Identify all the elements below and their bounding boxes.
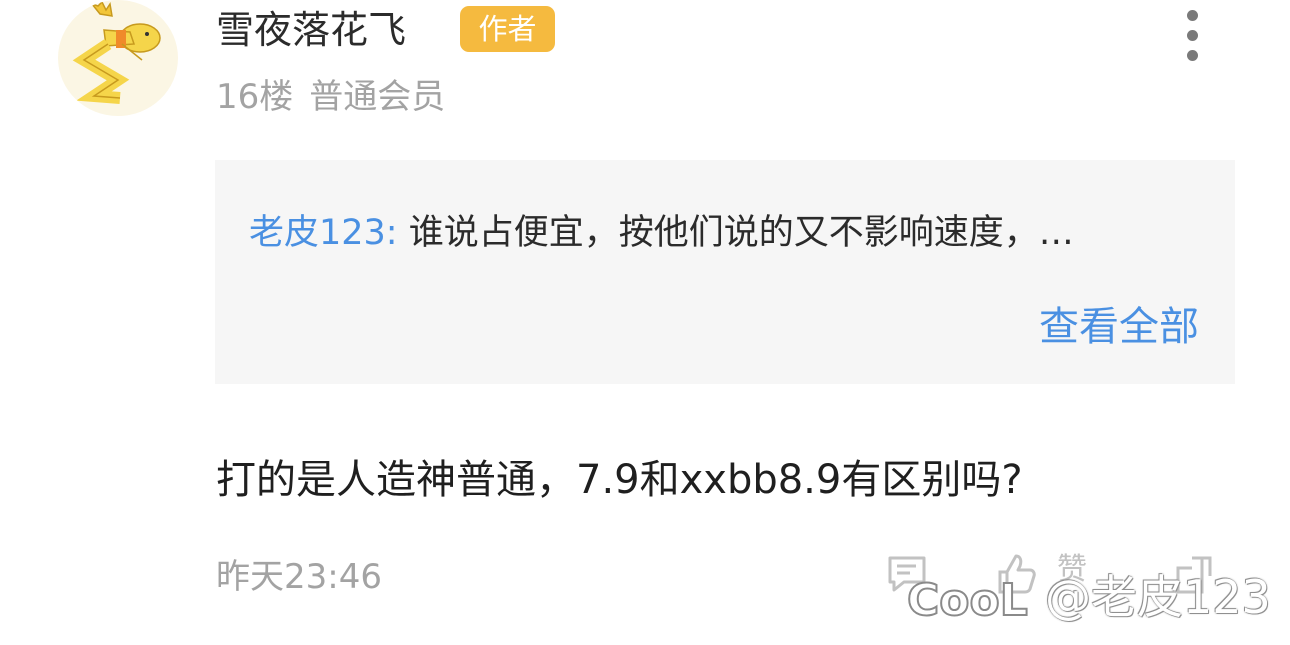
thumbs-up-icon [998, 554, 1036, 594]
floor-number: 16楼 [216, 77, 294, 117]
reply-icon [888, 556, 926, 592]
avatar-image [72, 0, 161, 104]
post-timestamp: 昨天23:46 [216, 557, 382, 597]
more-vertical-icon [1187, 10, 1198, 21]
like-button[interactable] [994, 552, 1038, 600]
watermark: CooL @老皮123 [905, 565, 1285, 635]
quote-text: 谁说占便宜，按他们说的又不影响速度，… [408, 213, 1074, 253]
username[interactable]: 雪夜落花飞 [216, 6, 406, 54]
more-vertical-icon-dot [1187, 30, 1198, 41]
like-label: 赞 [1057, 552, 1087, 587]
author-badge: 作者 [460, 6, 555, 52]
quote-author[interactable]: 老皮123: [249, 213, 398, 253]
more-vertical-icon-dot [1187, 50, 1198, 61]
view-all-link[interactable]: 查看全部 [1039, 301, 1199, 353]
post-content: 打的是人造神普通，7.9和xxbb8.9有区别吗? [216, 457, 1023, 503]
share-icon [1176, 556, 1212, 594]
reply-button[interactable] [886, 552, 930, 600]
more-options-button[interactable] [1178, 8, 1208, 64]
quoted-reply[interactable]: 老皮123: 谁说占便宜，按他们说的又不影响速度，… 查看全部 [215, 160, 1235, 384]
share-button[interactable] [1172, 552, 1216, 600]
post-meta: 16楼 普通会员 [216, 75, 445, 119]
post-item: 雪夜落花飞 作者 16楼 普通会员 老皮123: 谁说占便宜，按他们说的又不影响速… [0, 0, 1290, 645]
avatar[interactable] [58, 0, 178, 116]
quote-line: 老皮123: 谁说占便宜，按他们说的又不影响速度，… [249, 210, 1209, 256]
member-level: 普通会员 [309, 77, 446, 117]
